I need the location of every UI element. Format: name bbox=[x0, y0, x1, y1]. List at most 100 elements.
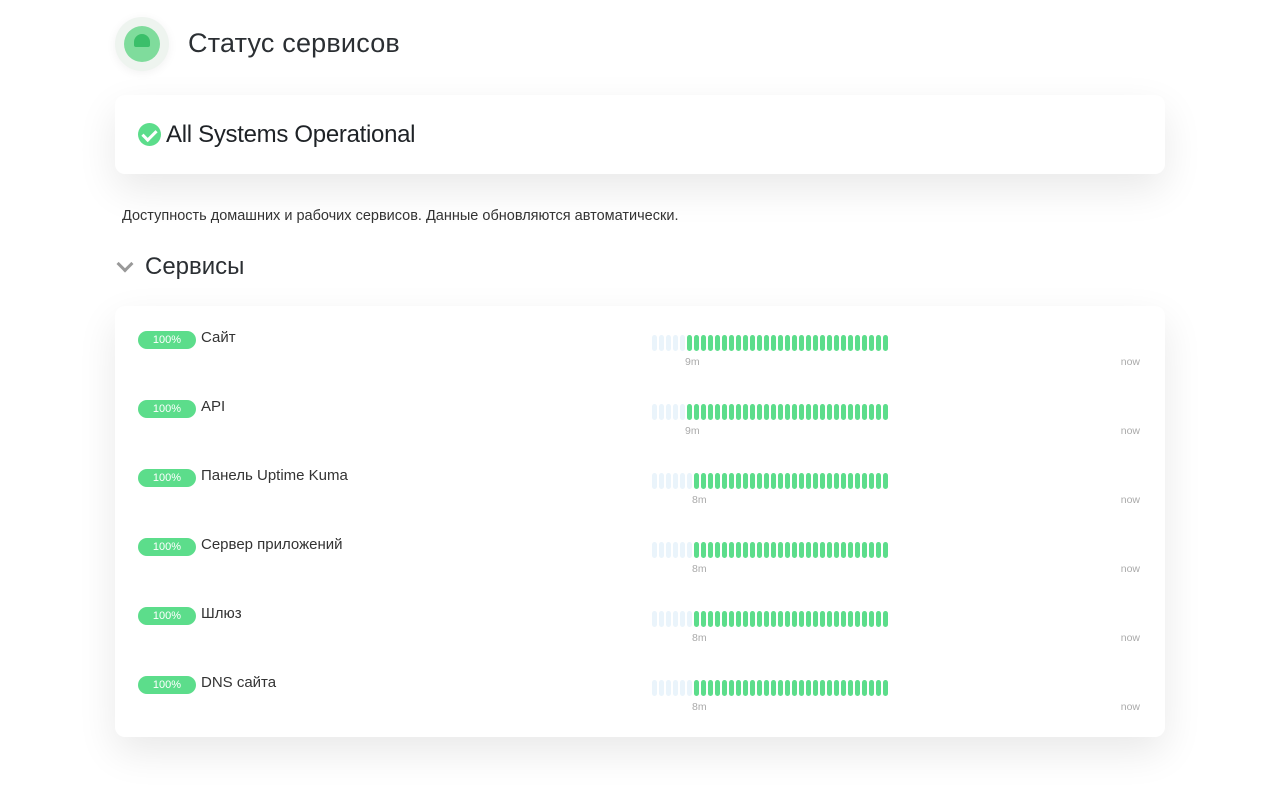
heartbeat-up[interactable] bbox=[869, 473, 874, 489]
heartbeat-up[interactable] bbox=[736, 473, 741, 489]
heartbeat-up[interactable] bbox=[743, 335, 748, 351]
heartbeat-up[interactable] bbox=[785, 335, 790, 351]
heartbeat-up[interactable] bbox=[743, 611, 748, 627]
heartbeat-up[interactable] bbox=[855, 611, 860, 627]
heartbeat-up[interactable] bbox=[869, 680, 874, 696]
heartbeat-up[interactable] bbox=[792, 335, 797, 351]
heartbeat-up[interactable] bbox=[785, 542, 790, 558]
heartbeat-up[interactable] bbox=[876, 404, 881, 420]
monitor-row[interactable]: 100% DNS сайта 8m now bbox=[115, 651, 1165, 720]
heartbeat-up[interactable] bbox=[736, 335, 741, 351]
heartbeat-up[interactable] bbox=[764, 542, 769, 558]
heartbeat-up[interactable] bbox=[708, 404, 713, 420]
heartbeat-up[interactable] bbox=[799, 473, 804, 489]
heartbeat-up[interactable] bbox=[848, 611, 853, 627]
heartbeat-up[interactable] bbox=[771, 335, 776, 351]
heartbeat-up[interactable] bbox=[757, 404, 762, 420]
heartbeat-up[interactable] bbox=[813, 680, 818, 696]
heartbeat-up[interactable] bbox=[743, 473, 748, 489]
heartbeat-up[interactable] bbox=[827, 473, 832, 489]
heartbeat-up[interactable] bbox=[708, 611, 713, 627]
heartbeat-up[interactable] bbox=[687, 335, 692, 351]
heartbeat-up[interactable] bbox=[820, 473, 825, 489]
heartbeat-up[interactable] bbox=[848, 335, 853, 351]
heartbeat-up[interactable] bbox=[813, 473, 818, 489]
heartbeat-up[interactable] bbox=[834, 542, 839, 558]
heartbeat-up[interactable] bbox=[701, 611, 706, 627]
heartbeat-up[interactable] bbox=[806, 335, 811, 351]
heartbeat-up[interactable] bbox=[806, 542, 811, 558]
heartbeat-up[interactable] bbox=[848, 473, 853, 489]
heartbeat-up[interactable] bbox=[708, 335, 713, 351]
heartbeat-up[interactable] bbox=[834, 335, 839, 351]
heartbeat-up[interactable] bbox=[757, 611, 762, 627]
heartbeat-up[interactable] bbox=[806, 611, 811, 627]
heartbeat-up[interactable] bbox=[729, 611, 734, 627]
heartbeat-up[interactable] bbox=[806, 404, 811, 420]
monitor-name[interactable]: Сайт bbox=[201, 329, 236, 347]
heartbeat-up[interactable] bbox=[694, 680, 699, 696]
heartbeat-up[interactable] bbox=[841, 335, 846, 351]
heartbeat-up[interactable] bbox=[757, 473, 762, 489]
heartbeat-up[interactable] bbox=[736, 680, 741, 696]
heartbeat-up[interactable] bbox=[701, 542, 706, 558]
heartbeat-up[interactable] bbox=[771, 542, 776, 558]
heartbeat-up[interactable] bbox=[862, 680, 867, 696]
monitor-row[interactable]: 100% Сервер приложений 8m now bbox=[115, 513, 1165, 582]
heartbeat-up[interactable] bbox=[862, 404, 867, 420]
heartbeat-up[interactable] bbox=[729, 473, 734, 489]
heartbeat-up[interactable] bbox=[841, 680, 846, 696]
heartbeat-up[interactable] bbox=[729, 680, 734, 696]
monitor-row[interactable]: 100% Шлюз 8m now bbox=[115, 582, 1165, 651]
heartbeat-up[interactable] bbox=[757, 542, 762, 558]
heartbeat-up[interactable] bbox=[743, 680, 748, 696]
heartbeat-up[interactable] bbox=[806, 680, 811, 696]
heartbeat-up[interactable] bbox=[701, 335, 706, 351]
heartbeat-up[interactable] bbox=[708, 680, 713, 696]
heartbeat-up[interactable] bbox=[799, 404, 804, 420]
heartbeat-up[interactable] bbox=[820, 335, 825, 351]
heartbeat-up[interactable] bbox=[750, 611, 755, 627]
heartbeat-up[interactable] bbox=[715, 680, 720, 696]
heartbeat-up[interactable] bbox=[869, 404, 874, 420]
heartbeat-up[interactable] bbox=[876, 335, 881, 351]
heartbeat-up[interactable] bbox=[876, 680, 881, 696]
heartbeat-up[interactable] bbox=[834, 404, 839, 420]
heartbeat-up[interactable] bbox=[722, 542, 727, 558]
heartbeat-up[interactable] bbox=[736, 542, 741, 558]
heartbeat-up[interactable] bbox=[841, 611, 846, 627]
heartbeat-up[interactable] bbox=[820, 611, 825, 627]
heartbeat-up[interactable] bbox=[834, 611, 839, 627]
heartbeat-up[interactable] bbox=[792, 404, 797, 420]
heartbeat-up[interactable] bbox=[764, 473, 769, 489]
heartbeat-up[interactable] bbox=[799, 542, 804, 558]
heartbeat-up[interactable] bbox=[855, 542, 860, 558]
heartbeat-up[interactable] bbox=[813, 404, 818, 420]
heartbeat-up[interactable] bbox=[855, 404, 860, 420]
heartbeat-up[interactable] bbox=[848, 542, 853, 558]
heartbeat-up[interactable] bbox=[722, 335, 727, 351]
heartbeat-up[interactable] bbox=[764, 680, 769, 696]
heartbeat-up[interactable] bbox=[764, 404, 769, 420]
heartbeat-up[interactable] bbox=[722, 404, 727, 420]
heartbeat-up[interactable] bbox=[799, 680, 804, 696]
heartbeat-up[interactable] bbox=[820, 542, 825, 558]
heartbeat-up[interactable] bbox=[820, 680, 825, 696]
heartbeat-up[interactable] bbox=[771, 473, 776, 489]
heartbeat-up[interactable] bbox=[827, 335, 832, 351]
heartbeat-up[interactable] bbox=[764, 335, 769, 351]
heartbeat-up[interactable] bbox=[722, 473, 727, 489]
heartbeat-up[interactable] bbox=[771, 680, 776, 696]
monitor-name[interactable]: Шлюз bbox=[201, 605, 242, 623]
heartbeat-up[interactable] bbox=[694, 404, 699, 420]
heartbeat-up[interactable] bbox=[750, 542, 755, 558]
heartbeat-up[interactable] bbox=[869, 611, 874, 627]
chevron-down-icon[interactable] bbox=[116, 255, 134, 273]
monitor-row[interactable]: 100% Панель Uptime Kuma 8m now bbox=[115, 444, 1165, 513]
heartbeat-up[interactable] bbox=[785, 680, 790, 696]
heartbeat-up[interactable] bbox=[799, 611, 804, 627]
heartbeat-up[interactable] bbox=[722, 611, 727, 627]
heartbeat-up[interactable] bbox=[778, 404, 783, 420]
heartbeat-up[interactable] bbox=[841, 404, 846, 420]
heartbeat-up[interactable] bbox=[729, 404, 734, 420]
